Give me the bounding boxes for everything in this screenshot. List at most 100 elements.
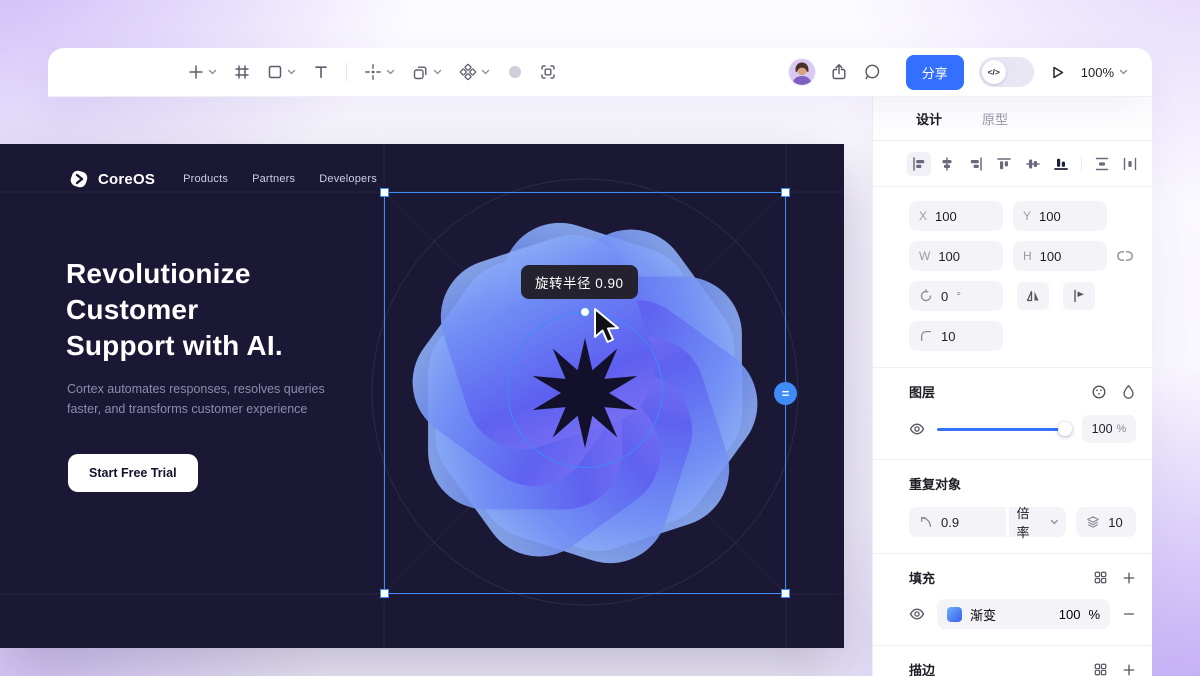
hero-headline[interactable]: Revolutionize Customer Support with AI. — [66, 256, 283, 364]
tab-prototype[interactable]: 原型 — [982, 109, 1008, 128]
align-right-button[interactable] — [964, 152, 988, 176]
opacity-droplet-icon[interactable] — [1121, 384, 1136, 399]
opacity-slider[interactable] — [937, 421, 1072, 436]
plus-icon — [189, 65, 203, 79]
corner-radius-icon — [920, 330, 932, 342]
flip-horizontal-button[interactable] — [1017, 282, 1049, 310]
distribute-horizontal-button[interactable] — [1118, 152, 1142, 176]
duplicate-icon — [413, 66, 427, 79]
comment-icon[interactable] — [863, 63, 881, 81]
frame-icon — [235, 65, 249, 79]
toolbar-divider — [346, 63, 347, 81]
stroke-section: 描边 — [873, 645, 1152, 676]
height-field[interactable]: H 100 — [1013, 241, 1107, 271]
alignment-row — [873, 141, 1152, 187]
align-center-h-button[interactable] — [936, 152, 960, 176]
code-icon: </> — [981, 60, 1006, 84]
insert-tool-button[interactable] — [188, 64, 217, 80]
share-export-icon[interactable] — [830, 63, 848, 81]
chevron-down-icon — [386, 69, 395, 75]
components-tool-button[interactable] — [459, 63, 490, 81]
selection-handle-top-right[interactable] — [781, 188, 790, 197]
chevron-down-icon — [208, 69, 217, 75]
toolbar-right-group: 分享 </> 100% — [788, 54, 1152, 90]
mask-tool-button[interactable] — [507, 64, 523, 80]
start-free-trial-button[interactable]: Start Free Trial — [68, 454, 198, 492]
chevron-down-icon — [433, 69, 442, 75]
flip-vertical-button[interactable] — [1063, 282, 1095, 310]
fill-type-label: 渐变 — [970, 607, 997, 623]
layer-visibility-eye-icon[interactable] — [909, 421, 925, 437]
fill-section-title: 填充 — [909, 571, 936, 586]
layer-section-title: 图层 — [909, 385, 936, 400]
selection-handle-bottom-left[interactable] — [380, 589, 389, 598]
play-icon[interactable] — [1049, 64, 1066, 81]
frame-tool-button[interactable] — [234, 64, 250, 80]
share-button[interactable]: 分享 — [905, 54, 964, 90]
x-position-field[interactable]: X 100 — [909, 201, 1003, 231]
logo-text: CoreOS — [98, 170, 156, 188]
rotation-field[interactable]: 0 ° — [909, 281, 1003, 311]
avatar[interactable] — [788, 59, 815, 85]
dev-mode-toggle[interactable]: </> — [978, 57, 1034, 87]
chevron-down-icon — [481, 69, 490, 75]
shape-tool-button[interactable] — [267, 64, 296, 80]
opacity-value-field[interactable]: 100 % — [1082, 415, 1136, 443]
mouse-cursor — [594, 308, 619, 343]
nav-partners[interactable]: Partners — [252, 173, 295, 185]
constrain-link-icon[interactable] — [1117, 248, 1133, 264]
y-position-field[interactable]: Y 100 — [1013, 201, 1107, 231]
fill-gradient-swatch[interactable] — [947, 606, 962, 622]
transform-tool-button[interactable] — [364, 63, 395, 81]
nav-developers[interactable]: Developers — [319, 173, 377, 185]
fill-value-field[interactable]: 渐变 100 % — [937, 599, 1110, 629]
hero-subtext[interactable]: Cortex automates responses, resolves que… — [67, 379, 325, 419]
text-tool-button[interactable] — [313, 64, 329, 80]
crop-icon — [541, 65, 555, 79]
properties-panel: 设计 原型 X 100 Y 100 W 100 H 100 0 ° 10 图层 … — [872, 97, 1152, 676]
rotation-radius-handle[interactable] — [580, 307, 590, 317]
width-field[interactable]: W 100 — [909, 241, 1003, 271]
coreos-logo[interactable]: CoreOS — [68, 168, 155, 190]
transform-section: X 100 Y 100 W 100 H 100 0 ° 10 — [873, 187, 1152, 367]
rotate-icon — [920, 289, 932, 302]
chevron-down-icon — [287, 69, 296, 75]
text-icon — [315, 66, 327, 78]
panel-tabs: 设计 原型 — [873, 97, 1152, 141]
align-middle-v-button[interactable] — [1021, 152, 1045, 176]
corner-radius-field[interactable]: 10 — [909, 321, 1003, 351]
layer-section: 图层 100 % — [873, 367, 1152, 459]
rotation-radius-circle[interactable] — [507, 312, 663, 468]
rotation-radius-tooltip: 旋转半径 0.90 — [521, 265, 638, 299]
align-left-button[interactable] — [907, 151, 931, 176]
styles-grid-icon[interactable] — [1093, 662, 1108, 676]
mask-icon — [509, 66, 521, 78]
add-stroke-icon[interactable] — [1122, 663, 1136, 676]
repeat-section: 重复对象 0.9 倍率 10 — [873, 459, 1152, 553]
rotation-radius-field[interactable]: 0.9 — [909, 507, 1006, 537]
styles-grid-icon[interactable] — [1093, 570, 1108, 585]
opacity-slider-knob[interactable] — [1058, 421, 1072, 436]
add-fill-icon[interactable] — [1122, 571, 1136, 585]
repeat-mode-select[interactable]: 倍率 — [1008, 506, 1067, 540]
zoom-control[interactable]: 100% — [1081, 65, 1128, 80]
coreos-logo-icon — [70, 170, 88, 188]
crop-tool-button[interactable] — [540, 64, 556, 80]
tab-design[interactable]: 设计 — [916, 109, 942, 128]
repeat-drag-handle[interactable]: = — [774, 382, 797, 405]
align-top-button[interactable] — [993, 152, 1017, 176]
site-nav: Products Partners Developers — [183, 173, 377, 185]
nav-products[interactable]: Products — [183, 173, 228, 185]
rectangle-icon — [268, 65, 282, 79]
selection-handle-bottom-right[interactable] — [781, 589, 790, 598]
transform-icon — [365, 64, 381, 80]
blend-mode-icon[interactable] — [1091, 384, 1107, 400]
fill-section: 填充 渐变 100 % — [873, 553, 1152, 645]
distribute-vertical-button[interactable] — [1090, 152, 1114, 176]
remove-fill-icon[interactable] — [1122, 607, 1136, 621]
selection-handle-top-left[interactable] — [380, 188, 389, 197]
fill-visibility-eye-icon[interactable] — [909, 606, 925, 622]
duplicate-tool-button[interactable] — [412, 64, 442, 81]
align-bottom-button[interactable] — [1050, 152, 1074, 176]
repeat-count-field[interactable]: 10 — [1076, 507, 1136, 537]
